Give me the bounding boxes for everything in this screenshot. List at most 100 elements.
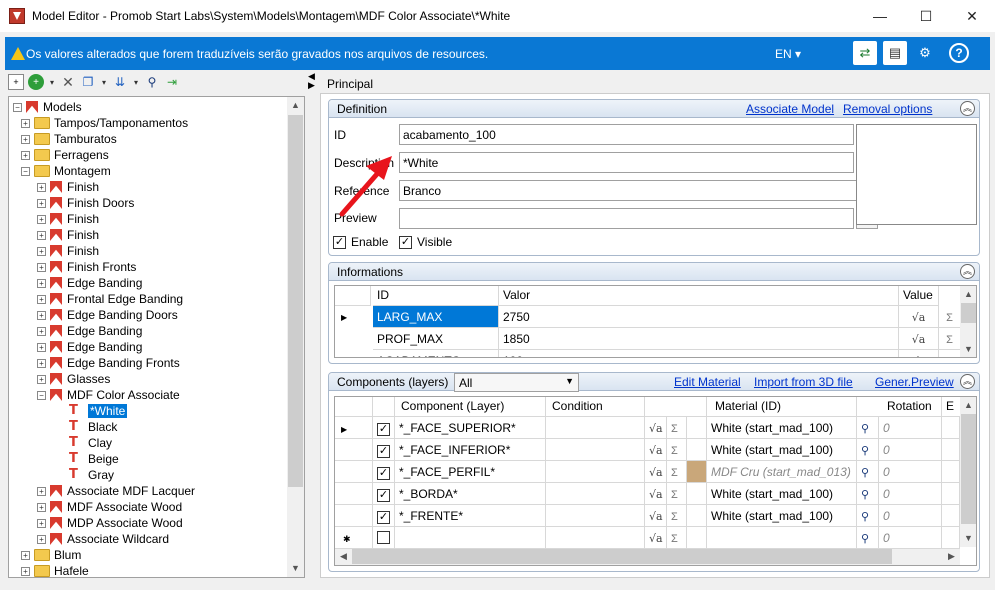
condition-cell[interactable] bbox=[546, 417, 645, 439]
expand-icon[interactable]: + bbox=[21, 118, 30, 128]
info-id-cell[interactable]: ACABAMENTO bbox=[373, 350, 499, 357]
scroll-up-icon[interactable]: ▲ bbox=[287, 97, 304, 114]
maximize-button[interactable]: ☐ bbox=[903, 0, 949, 32]
info-valor-cell[interactable]: 1850 bbox=[499, 328, 899, 350]
condition-cell[interactable] bbox=[546, 461, 645, 483]
layer-check-icon[interactable]: ✓ bbox=[377, 489, 390, 502]
description-field[interactable]: *White bbox=[399, 152, 854, 173]
reference-field[interactable]: Branco bbox=[399, 180, 879, 201]
tree-item[interactable]: + Edge Banding bbox=[37, 323, 142, 339]
layer-filter-select[interactable]: All ▼ bbox=[454, 373, 579, 392]
expand-icon[interactable]: + bbox=[37, 310, 46, 320]
layer-check-icon[interactable]: ✓ bbox=[377, 511, 390, 524]
formula-icon[interactable]: √a bbox=[645, 461, 667, 483]
sum-icon[interactable]: Σ bbox=[667, 417, 687, 439]
splitter-toggle[interactable]: ◀ ▶ bbox=[308, 72, 316, 90]
tree-item[interactable]: T Black bbox=[59, 419, 117, 435]
copy-icon[interactable]: ❐ bbox=[80, 74, 96, 90]
layer-check-icon[interactable]: ✓ bbox=[377, 445, 390, 458]
move-dropdown-icon[interactable]: ▾ bbox=[132, 74, 140, 90]
formula-icon[interactable]: √a bbox=[645, 527, 667, 549]
scroll-down-icon[interactable]: ▼ bbox=[960, 341, 976, 357]
collapse-icon[interactable]: ︽ bbox=[960, 264, 975, 279]
info-valor-cell[interactable]: 2750 bbox=[499, 306, 899, 328]
layer-check-icon[interactable]: ✓ bbox=[377, 423, 390, 436]
formula-icon[interactable]: √a bbox=[899, 328, 939, 350]
e-cell[interactable] bbox=[942, 439, 960, 461]
tree-scrollbar[interactable]: ▲ ▼ bbox=[287, 97, 304, 577]
info-scrollbar[interactable]: ▲ ▼ bbox=[960, 286, 976, 357]
column-rotation[interactable]: Rotation bbox=[857, 397, 942, 417]
layer-cell[interactable]: *_FACE_SUPERIOR* bbox=[395, 417, 546, 439]
collapse-node-icon[interactable]: − bbox=[37, 390, 46, 400]
sum-icon[interactable]: Σ bbox=[667, 527, 687, 549]
sum-icon[interactable]: Σ bbox=[667, 483, 687, 505]
column-e[interactable]: E bbox=[942, 397, 962, 417]
condition-cell[interactable] bbox=[546, 505, 645, 527]
info-id-cell[interactable]: LARG_MAX bbox=[373, 306, 499, 328]
search-material-icon[interactable]: ⚲ bbox=[857, 439, 879, 461]
tree-item[interactable]: + Finish Doors bbox=[37, 195, 134, 211]
layer-checkbox[interactable]: ✓ bbox=[373, 505, 395, 527]
material-cell[interactable] bbox=[707, 527, 857, 549]
expand-icon[interactable]: + bbox=[37, 534, 46, 544]
rotation-cell[interactable]: 0 bbox=[879, 483, 942, 505]
layer-cell[interactable]: *_FACE_INFERIOR* bbox=[395, 439, 546, 461]
rotation-cell[interactable]: 0 bbox=[879, 439, 942, 461]
expand-icon[interactable]: + bbox=[37, 294, 46, 304]
rotation-cell[interactable]: 0 bbox=[879, 527, 942, 549]
sum-icon[interactable]: Σ bbox=[939, 328, 961, 350]
edit-material-link[interactable]: Edit Material bbox=[674, 375, 741, 389]
search-material-icon[interactable]: ⚲ bbox=[857, 505, 879, 527]
formula-icon[interactable]: √a bbox=[899, 306, 939, 328]
tree-item[interactable]: + Edge Banding Doors bbox=[37, 307, 178, 323]
tree-item[interactable]: T Gray bbox=[59, 467, 114, 483]
tree-item[interactable]: + Glasses bbox=[37, 371, 110, 387]
tree-item[interactable]: − Models bbox=[13, 99, 82, 115]
layer-cell[interactable]: *_FRENTE* bbox=[395, 505, 546, 527]
layer-checkbox[interactable]: ✓ bbox=[373, 483, 395, 505]
gener-preview-link[interactable]: Gener.Preview bbox=[875, 375, 954, 389]
e-cell[interactable] bbox=[942, 417, 960, 439]
language-selector[interactable]: EN ▾ bbox=[775, 47, 801, 61]
minimize-button[interactable]: — bbox=[857, 0, 903, 32]
search-material-icon[interactable]: ⚲ bbox=[857, 527, 879, 549]
tree-item[interactable]: T *White bbox=[59, 403, 128, 419]
info-valor-cell[interactable]: 100 bbox=[499, 350, 899, 357]
add-dropdown-icon[interactable]: ▾ bbox=[48, 74, 56, 90]
expand-icon[interactable]: + bbox=[37, 486, 46, 496]
layer-cell[interactable]: *_BORDA* bbox=[395, 483, 546, 505]
expand-icon[interactable]: + bbox=[21, 550, 30, 560]
expand-icon[interactable]: + bbox=[37, 198, 46, 208]
tree-item[interactable]: + Associate Wildcard bbox=[37, 531, 169, 547]
expand-icon[interactable]: + bbox=[37, 246, 46, 256]
scroll-thumb[interactable] bbox=[288, 115, 303, 487]
column-component[interactable]: Component (Layer) bbox=[395, 397, 546, 417]
help-icon[interactable]: ? bbox=[949, 43, 969, 63]
rotation-cell[interactable]: 0 bbox=[879, 417, 942, 439]
tree-item[interactable]: + Tamburatos bbox=[21, 131, 117, 147]
scroll-up-icon[interactable]: ▲ bbox=[960, 286, 976, 303]
copy-dropdown-icon[interactable]: ▾ bbox=[100, 74, 108, 90]
expand-icon[interactable]: + bbox=[21, 566, 30, 576]
tree-item[interactable]: + MDF Associate Wood bbox=[37, 499, 182, 515]
formula-icon[interactable]: √a bbox=[645, 439, 667, 461]
import-icon[interactable]: ⇥ bbox=[164, 74, 180, 90]
search-icon[interactable]: ⚲ bbox=[144, 74, 160, 90]
layer-check-icon[interactable]: ✓ bbox=[377, 467, 390, 480]
collapse-icon[interactable]: ︽ bbox=[960, 101, 975, 116]
e-cell[interactable] bbox=[942, 527, 960, 549]
tree-item[interactable]: + Finish bbox=[37, 243, 99, 259]
search-material-icon[interactable]: ⚲ bbox=[857, 461, 879, 483]
new-document-icon[interactable]: + bbox=[8, 74, 24, 90]
tree-item[interactable]: T Beige bbox=[59, 451, 119, 467]
rotation-cell[interactable]: 0 bbox=[879, 505, 942, 527]
condition-cell[interactable] bbox=[546, 483, 645, 505]
scroll-up-icon[interactable]: ▲ bbox=[960, 397, 976, 414]
layer-checkbox[interactable]: ✓ bbox=[373, 417, 395, 439]
expand-icon[interactable]: + bbox=[37, 214, 46, 224]
formula-icon[interactable]: √a bbox=[899, 350, 939, 357]
tree-item[interactable]: + MDP Associate Wood bbox=[37, 515, 183, 531]
visible-checkbox[interactable]: ✓ Visible bbox=[399, 235, 452, 249]
sum-icon[interactable]: Σ bbox=[667, 461, 687, 483]
